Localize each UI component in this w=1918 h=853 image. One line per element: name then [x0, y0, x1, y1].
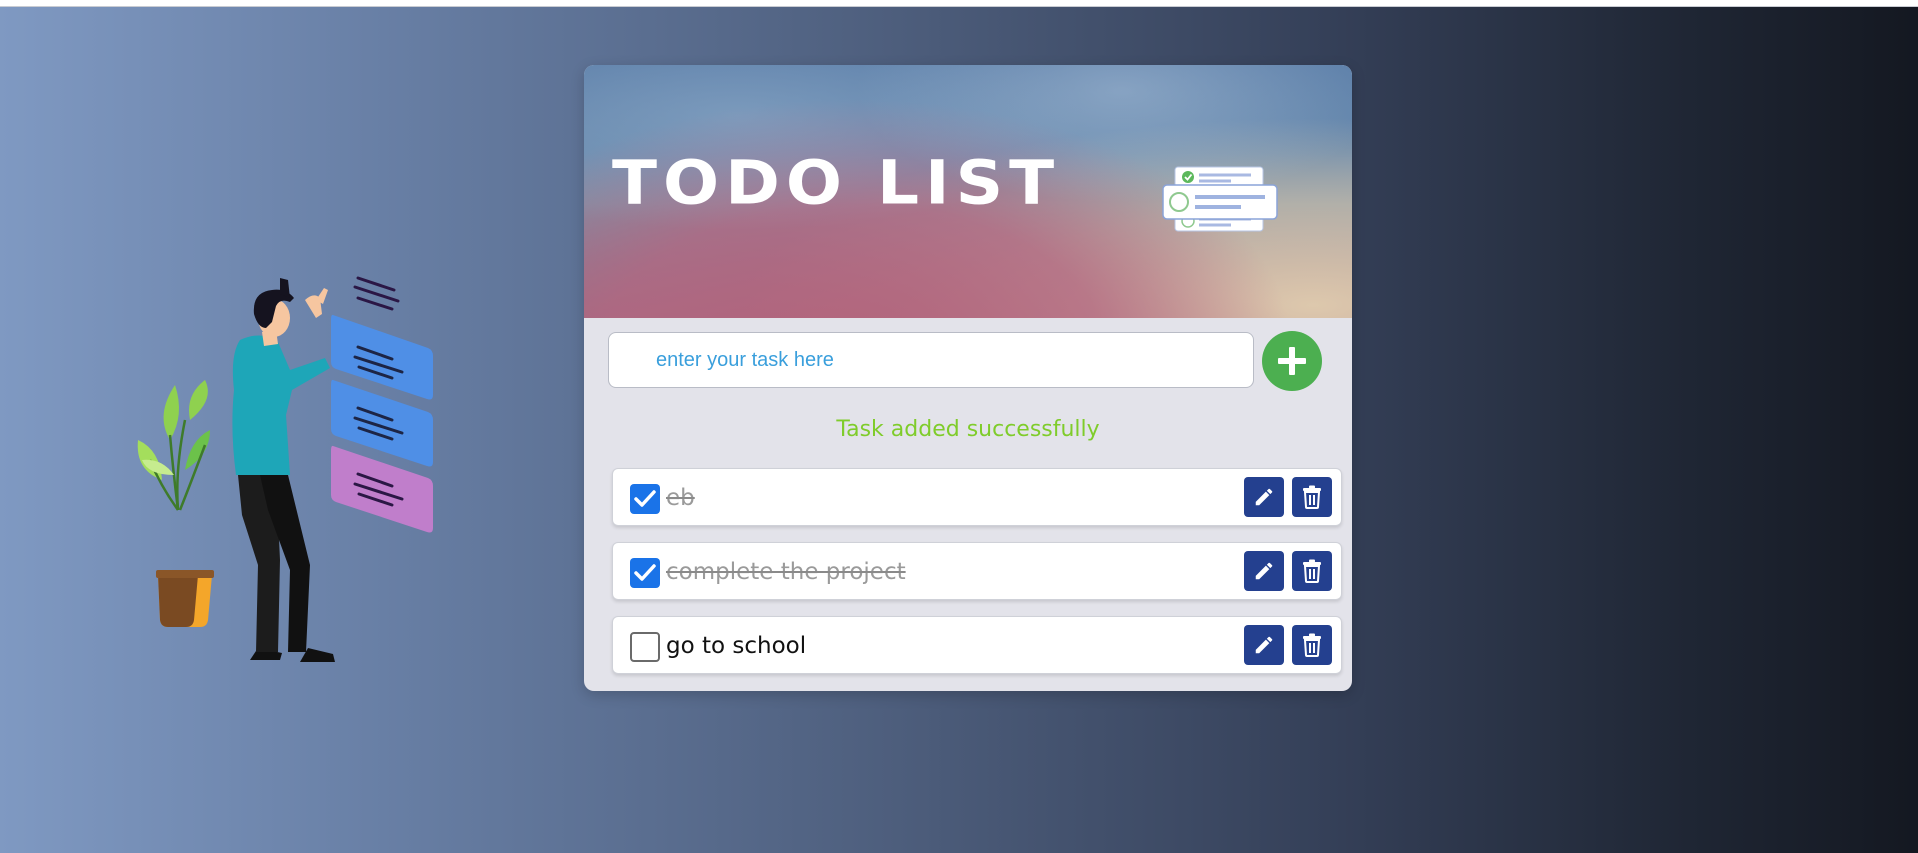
task-checkbox[interactable] — [630, 484, 660, 514]
task-input[interactable] — [608, 332, 1254, 388]
edit-task-button[interactable] — [1244, 477, 1284, 517]
delete-task-button[interactable] — [1292, 551, 1332, 591]
trash-icon — [1303, 559, 1321, 583]
plus-icon — [1278, 347, 1306, 375]
header-banner: TODO LIST — [584, 65, 1352, 318]
task-text: go to school — [666, 633, 807, 659]
task-list: eb complete the project go to school — [612, 468, 1342, 690]
floating-lines-decoration — [353, 276, 400, 311]
delete-task-button[interactable] — [1292, 625, 1332, 665]
pencil-icon — [1255, 636, 1273, 654]
task-text: eb — [666, 485, 695, 511]
checklist-icon — [1162, 166, 1278, 232]
task-item: complete the project — [612, 542, 1342, 600]
task-item: go to school — [612, 616, 1342, 674]
task-checkbox[interactable] — [630, 632, 660, 662]
app-title: TODO LIST — [612, 147, 1061, 219]
add-task-button[interactable] — [1262, 331, 1322, 391]
edit-task-button[interactable] — [1244, 625, 1284, 665]
edit-task-button[interactable] — [1244, 551, 1284, 591]
delete-task-button[interactable] — [1292, 477, 1332, 517]
todo-card: TODO LIST Task added successfully — [584, 65, 1352, 691]
trash-icon — [1303, 633, 1321, 657]
browser-top-strip — [0, 0, 1918, 7]
task-checkbox[interactable] — [630, 558, 660, 588]
pencil-icon — [1255, 562, 1273, 580]
add-task-form — [608, 328, 1328, 391]
plant-decoration — [137, 380, 214, 627]
pencil-icon — [1255, 488, 1273, 506]
checkmark-icon — [634, 564, 656, 581]
task-text: complete the project — [666, 559, 906, 585]
checkmark-icon — [634, 490, 656, 507]
person-with-tasks-illustration — [137, 276, 433, 662]
trash-icon — [1303, 485, 1321, 509]
task-item: eb — [612, 468, 1342, 526]
status-message: Task added successfully — [836, 417, 1100, 442]
person-figure — [232, 278, 335, 662]
